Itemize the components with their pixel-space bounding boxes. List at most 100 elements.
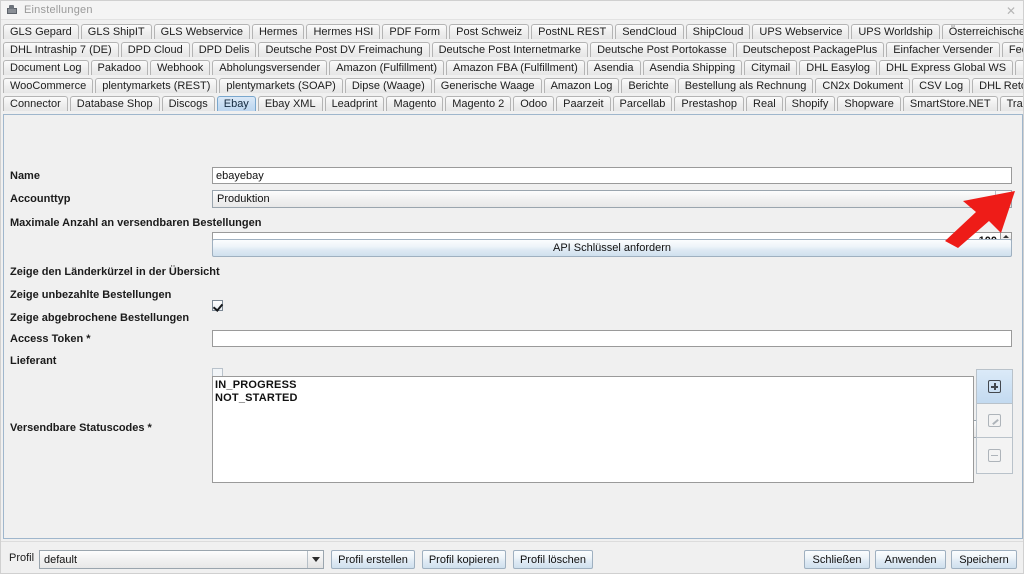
tab-gls-gepard[interactable]: GLS Gepard [3, 24, 79, 39]
bottom-toolbar: Profil default Profil erstellen Profil k… [1, 541, 1023, 573]
tab-odoo[interactable]: Odoo [513, 96, 555, 111]
ebay-settings-panel: Name ebayebay Accounttyp Produktion Maxi… [3, 114, 1023, 539]
tab-ebay[interactable]: Ebay [216, 96, 256, 111]
tab-magento-2[interactable]: Magento 2 [445, 96, 512, 111]
access-token-label: Access Token * [10, 333, 91, 345]
tab-post-schweiz[interactable]: Post Schweiz [449, 24, 530, 39]
profile-dropdown[interactable]: default [39, 550, 324, 569]
tab-webhook[interactable]: Webhook [149, 60, 211, 75]
tab-connector[interactable]: Connector [3, 96, 68, 111]
tab-deutsche-post-internetmarke[interactable]: Deutsche Post Internetmarke [431, 42, 589, 57]
statuscodes-list[interactable]: IN_PROGRESS NOT_STARTED [212, 376, 974, 483]
tab-deutschepost-packageplus[interactable]: Deutschepost PackagePlus [735, 42, 885, 57]
tab-discogs[interactable]: Discogs [161, 96, 215, 111]
tab-real[interactable]: Real [746, 96, 783, 111]
settings-window: Einstellungen ✕ GLS Gepard GLS ShipIT GLS … [0, 0, 1024, 574]
tab-asendia[interactable]: Asendia [586, 60, 641, 75]
tab-deutsche-post-portokasse[interactable]: Deutsche Post Portokasse [590, 42, 734, 57]
chevron-down-icon[interactable] [307, 551, 323, 568]
accounttyp-label: Accounttyp [10, 193, 71, 205]
statuscodes-toolbar [976, 369, 1013, 474]
tab-shopify[interactable]: Shopify [784, 96, 836, 111]
tab-smartstore-net[interactable]: SmartStore.NET [902, 96, 998, 111]
tab-berichte[interactable]: Berichte [621, 78, 676, 93]
tab-asendia-shipping[interactable]: Asendia Shipping [642, 60, 743, 75]
request-api-key-button[interactable]: API Schlüssel anfordern [212, 239, 1012, 257]
tab-dhl-easylog[interactable]: DHL Easylog [799, 60, 878, 75]
show-country-code-label: Zeige den Länderkürzel in der Übersicht [10, 266, 220, 278]
add-statuscode-button[interactable] [977, 370, 1012, 404]
tab-shipcloud[interactable]: ShipCloud [685, 24, 751, 39]
close-button[interactable]: Schließen [804, 550, 870, 569]
max-orders-label: Maximale Anzahl an versendbaren Bestellu… [10, 217, 262, 229]
show-country-code-checkbox[interactable] [212, 300, 223, 311]
tab-dhl-intraship-7-de[interactable]: DHL Intraship 7 (DE) [3, 42, 119, 57]
create-profile-button[interactable]: Profil erstellen [331, 550, 415, 569]
tab-ebay-xml[interactable]: Ebay XML [257, 96, 323, 111]
list-item[interactable]: IN_PROGRESS [215, 379, 973, 392]
tab-sterreichische-post[interactable]: Österreichische Post [941, 24, 1023, 39]
tab-generische-waage[interactable]: Generische Waage [433, 78, 542, 93]
statuscodes-label: Versendbare Statuscodes * [10, 422, 152, 434]
tab-gls-webservice[interactable]: GLS Webservice [153, 24, 250, 39]
tab-plentymarkets-rest[interactable]: plentymarkets (REST) [95, 78, 218, 93]
tab-document-log[interactable]: Document Log [3, 60, 89, 75]
tab-leadprint[interactable]: Leadprint [324, 96, 385, 111]
tab-csv-log[interactable]: CSV Log [912, 78, 971, 93]
tab-sendcloud[interactable]: SendCloud [615, 24, 684, 39]
tab-dhl-retoure[interactable]: DHL Retoure [972, 78, 1023, 93]
tab-dpd-delis[interactable]: DPD Delis [191, 42, 257, 57]
tab-einfacher-versender[interactable]: Einfacher Versender [886, 42, 1000, 57]
copy-profile-button[interactable]: Profil kopieren [422, 550, 506, 569]
tab-trackingportal[interactable]: Trackingportal [999, 96, 1023, 111]
delete-profile-button[interactable]: Profil löschen [513, 550, 593, 569]
tab-ups-worldship[interactable]: UPS Worldship [851, 24, 940, 39]
tab-dipse-waage[interactable]: Dipse (Waage) [344, 78, 432, 93]
tab-fedex-webservice[interactable]: Fedex Webservice [1001, 42, 1023, 57]
tab-bestellung-als-rechnung[interactable]: Bestellung als Rechnung [677, 78, 814, 93]
tab-strip: GLS Gepard GLS ShipIT GLS Webservice Hermes… [1, 20, 1023, 129]
tab-pakadoo[interactable]: Pakadoo [90, 60, 148, 75]
tab-amazon-fba-fulfillment[interactable]: Amazon FBA (Fulfillment) [446, 60, 585, 75]
tab-gls-shipit[interactable]: GLS ShipIT [80, 24, 152, 39]
list-item[interactable]: NOT_STARTED [215, 392, 973, 405]
tab-pdf-form[interactable]: PDF Form [382, 24, 448, 39]
tab-hermes-hsi[interactable]: Hermes HSI [306, 24, 381, 39]
pencil-icon [988, 414, 1001, 427]
tab-database-shop[interactable]: Database Shop [69, 96, 160, 111]
tab-paarzeit[interactable]: Paarzeit [556, 96, 611, 111]
tab-dpd-cloud[interactable]: DPD Cloud [120, 42, 190, 57]
tab-abholungsversender[interactable]: Abholungsversender [212, 60, 328, 75]
tab-hermes[interactable]: Hermes [251, 24, 305, 39]
name-input[interactable]: ebayebay [212, 167, 1012, 184]
accounttyp-dropdown[interactable]: Produktion [212, 190, 1012, 208]
tab-dhl-express-global-ws[interactable]: DHL Express Global WS [879, 60, 1014, 75]
tab-postnl-rest[interactable]: PostNL REST [531, 24, 614, 39]
profile-value: default [44, 553, 78, 566]
remove-statuscode-button[interactable] [977, 438, 1012, 472]
tab-prestashop[interactable]: Prestashop [674, 96, 745, 111]
tab-ups-webservice[interactable]: UPS Webservice [752, 24, 850, 39]
tab-row: Document Log Pakadoo Webhook Abholungsverse… [1, 58, 1023, 75]
chevron-down-icon[interactable] [995, 191, 1011, 207]
tab-magento[interactable]: Magento [386, 96, 444, 111]
tab-amazon-log[interactable]: Amazon Log [543, 78, 620, 93]
tab-deutsche-post-dv-freimachung[interactable]: Deutsche Post DV Freimachung [258, 42, 430, 57]
tab-dhl-gesch-ftskundenversand[interactable]: DHL Geschäftskundenversand [1015, 60, 1023, 75]
tab-cn2x-dokument[interactable]: CN2x Dokument [815, 78, 911, 93]
window-title: Einstellungen [24, 4, 93, 16]
tab-woocommerce[interactable]: WooCommerce [3, 78, 94, 93]
settings-form: Name ebayebay Accounttyp Produktion Maxi… [4, 115, 1022, 538]
plus-square-icon [988, 380, 1001, 393]
tab-amazon-fulfillment[interactable]: Amazon (Fulfillment) [329, 60, 445, 75]
apply-button[interactable]: Anwenden [875, 550, 946, 569]
tab-plentymarkets-soap[interactable]: plentymarkets (SOAP) [219, 78, 343, 93]
tab-parcellab[interactable]: Parcellab [612, 96, 673, 111]
access-token-input[interactable] [212, 330, 1012, 347]
tab-citymail[interactable]: Citymail [744, 60, 798, 75]
tab-shopware[interactable]: Shopware [837, 96, 901, 111]
close-icon[interactable]: ✕ [1003, 3, 1019, 18]
save-button[interactable]: Speichern [951, 550, 1017, 569]
tab-row: DHL Intraship 7 (DE) DPD Cloud DPD Delis De… [1, 40, 1023, 57]
edit-statuscode-button[interactable] [977, 404, 1012, 438]
